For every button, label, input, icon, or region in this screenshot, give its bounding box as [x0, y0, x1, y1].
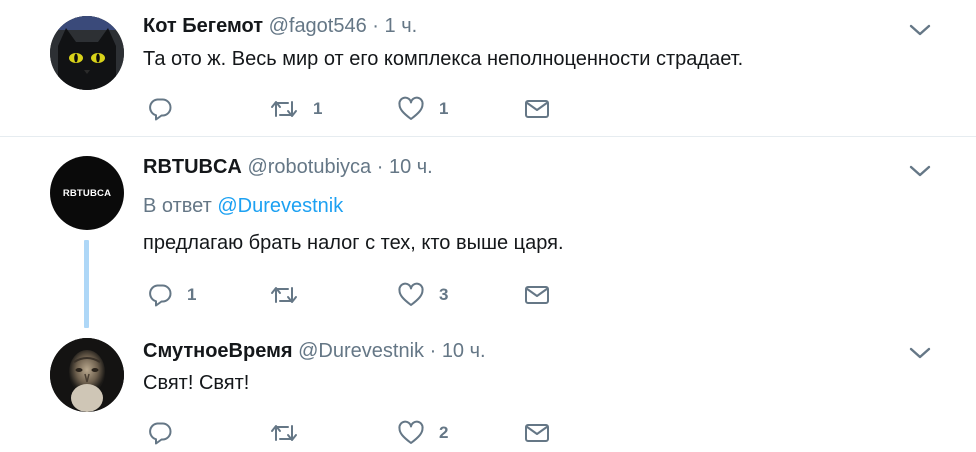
- direct-message-button[interactable]: [523, 94, 551, 124]
- user-handle[interactable]: @Durevestnik: [298, 340, 424, 362]
- timestamp[interactable]: 10 ч.: [389, 156, 433, 178]
- heart-icon: [398, 282, 424, 306]
- envelope-icon: [525, 286, 549, 304]
- avatar-black-cat[interactable]: [50, 16, 124, 90]
- like-button[interactable]: 3: [397, 280, 448, 310]
- retweet-button[interactable]: 1: [269, 94, 322, 124]
- user-handle[interactable]: @fagot546: [269, 15, 367, 37]
- tweet-text: предлагаю брать налог с тех, кто выше ца…: [143, 232, 564, 254]
- tweet-header: СмутноеВремя @Durevestnik · 10 ч.: [143, 339, 486, 363]
- tweet-actions: 1 1: [143, 94, 563, 124]
- reply-mention-link[interactable]: @Durevestnik: [217, 195, 343, 217]
- tweet-3[interactable]: СмутноеВремя @Durevestnik · 10 ч. Свят! …: [0, 331, 976, 452]
- reply-icon: [149, 284, 172, 307]
- tweet-header: Кот Бегемот @fagot546 · 1 ч.: [143, 14, 417, 38]
- like-count: 3: [439, 285, 449, 304]
- tweet-text: Свят! Свят!: [143, 372, 250, 394]
- reply-button[interactable]: [147, 94, 187, 124]
- thread-connector-line: [84, 240, 89, 328]
- chevron-down-icon[interactable]: [906, 20, 934, 40]
- separator-dot: ·: [372, 15, 379, 37]
- bearded-man-portrait-avatar-icon: [50, 338, 124, 412]
- black-cat-avatar-icon: [50, 16, 124, 90]
- chevron-down-icon[interactable]: [906, 343, 934, 363]
- reply-icon: [149, 98, 172, 121]
- tweet-actions: 1 3: [143, 280, 563, 310]
- chevron-down-icon[interactable]: [906, 161, 934, 181]
- user-name[interactable]: Кот Бегемот: [143, 15, 263, 37]
- direct-message-button[interactable]: [523, 418, 551, 448]
- like-count: 2: [439, 423, 449, 442]
- timestamp[interactable]: 1 ч.: [385, 15, 418, 37]
- retweet-icon: [271, 101, 297, 117]
- retweet-button[interactable]: [269, 418, 313, 448]
- reply-button[interactable]: [147, 418, 187, 448]
- user-handle[interactable]: @robotubiyca: [247, 156, 371, 178]
- direct-message-button[interactable]: [523, 280, 551, 310]
- avatar-bearded-man[interactable]: [50, 338, 124, 412]
- like-count: 1: [439, 99, 449, 118]
- user-name[interactable]: RBTUBCA: [143, 156, 242, 178]
- user-name[interactable]: СмутноеВремя: [143, 340, 293, 362]
- envelope-icon: [525, 424, 549, 442]
- tweet-2[interactable]: RBTUBCA RBTUBCA @robotubiyca · 10 ч. В о…: [0, 137, 976, 331]
- reply-context: В ответ @Durevestnik: [143, 193, 343, 219]
- avatar-logo-text: RBTUBCA: [62, 187, 112, 199]
- separator-dot: ·: [429, 340, 437, 362]
- tweet-text: Та ото ж. Весь мир от его комплекса непо…: [143, 48, 744, 70]
- tweet-header: RBTUBCA @robotubiyca · 10 ч.: [143, 155, 433, 179]
- retweet-icon: [271, 287, 297, 303]
- reply-button[interactable]: 1: [147, 280, 196, 310]
- retweet-count: 1: [313, 99, 323, 118]
- timestamp[interactable]: 10 ч.: [442, 340, 486, 362]
- retweet-button[interactable]: [269, 280, 313, 310]
- avatar-rbtubca[interactable]: RBTUBCA: [50, 156, 124, 230]
- envelope-icon: [525, 100, 549, 118]
- heart-icon: [398, 420, 424, 444]
- heart-icon: [398, 96, 424, 120]
- tweet-1[interactable]: Кот Бегемот @fagot546 · 1 ч. Та ото ж. В…: [0, 0, 976, 137]
- retweet-icon: [271, 425, 297, 441]
- reply-icon: [149, 422, 172, 445]
- reply-prefix: В ответ: [143, 195, 212, 217]
- like-button[interactable]: 1: [397, 94, 448, 124]
- reply-count: 1: [187, 285, 197, 304]
- separator-dot: ·: [376, 156, 384, 178]
- tweet-actions: 2: [143, 418, 563, 448]
- like-button[interactable]: 2: [397, 418, 448, 448]
